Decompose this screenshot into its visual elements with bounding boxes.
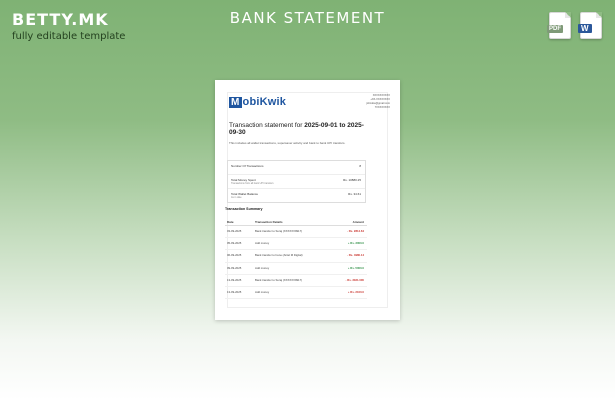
row-amount: - Rs. 2814.64 <box>347 229 364 233</box>
col-date: Date <box>227 220 234 224</box>
tagline: fully editable template <box>12 31 126 42</box>
row-date: 09-09-2025 <box>227 265 242 270</box>
pdf-file-icon[interactable]: PDF <box>547 12 571 39</box>
summary-row: Total Wallet Balance Rs. 34.61 As in dat… <box>228 189 365 202</box>
summary-label: Number Of Transactions <box>231 164 264 168</box>
row-amount: + Rs. 5000.0 <box>347 265 364 270</box>
logo-text: obiKwik <box>242 96 287 108</box>
statement-title: Transaction statement for 2025-09-01 to … <box>229 122 373 136</box>
row-date: 13-09-2025 <box>227 277 242 282</box>
page-fold-icon <box>596 12 602 18</box>
row-details: Bank transfer to Suraj (XXXXXX9917) <box>255 229 303 233</box>
col-details: Transaction Details <box>255 220 283 224</box>
row-amount: + Rs. 3000.0 <box>347 241 364 246</box>
statement-subtitle: This includes all wallet transactions, s… <box>229 141 346 145</box>
summary-value: 8 <box>359 164 361 168</box>
word-label: W <box>578 24 592 33</box>
contact-line: 7XXXXXXXX <box>374 106 390 109</box>
summary-row: Number Of Transactions 8 <box>228 161 365 175</box>
summary-note: As in date <box>231 196 242 199</box>
page-fold-icon <box>565 12 571 18</box>
logo-letter: M <box>229 97 242 108</box>
transactions-table: Date Transaction Details Amount 03-09-20… <box>225 217 367 300</box>
summary-value: Rs. 34.61 <box>348 192 361 196</box>
table-row: 05-09-2025 Add money + Rs. 3000.0 <box>225 238 367 251</box>
summary-note: Transactions from all bank UPI transfers <box>231 182 274 185</box>
summary-box: Number Of Transactions 8 Total Money Spe… <box>227 160 366 203</box>
row-details: Bank transfer to Suraj (XXXXXX9917) <box>255 277 303 282</box>
row-date: 03-09-2025 <box>227 229 242 233</box>
row-amount: - Rs. 4980.14 <box>347 253 364 258</box>
col-amount: Amount <box>352 220 364 224</box>
table-header: Date Transaction Details Amount <box>225 217 367 226</box>
table-row: 13-09-2025 Add money + Rs. 2100.0 <box>225 287 367 300</box>
contact-block: XXXXXXXXXX +XX-XXXXXXXX johndoe@gmail.co… <box>366 94 390 110</box>
row-date: 05-09-2025 <box>227 241 242 246</box>
mobikwik-logo: MobiKwik <box>229 96 286 108</box>
table-row: 06-09-2025 Bank transfer to Irene (Airte… <box>225 250 367 263</box>
row-details: Add money <box>255 241 270 246</box>
title-prefix: Transaction statement for <box>229 122 305 129</box>
row-amount: + Rs. 2100.0 <box>347 289 364 294</box>
summary-value: Rs. 10880.25 <box>343 178 361 182</box>
row-amount: - Rs. 3181.000 <box>345 277 364 282</box>
statement-preview: MobiKwik XXXXXXXXXX +XX-XXXXXXXX johndoe… <box>215 80 400 320</box>
summary-row: Total Money Spent Rs. 10880.25 Transacti… <box>228 175 365 189</box>
table-row: 03-09-2025 Bank transfer to Suraj (XXXXX… <box>225 226 367 239</box>
word-file-icon[interactable]: W <box>578 12 602 39</box>
row-details: Add money <box>255 289 270 294</box>
table-row: 09-09-2025 Add money + Rs. 5000.0 <box>225 263 367 275</box>
row-date: 06-09-2025 <box>227 253 242 258</box>
row-details: Bank transfer to Irene (Airtel M Digital… <box>255 253 303 258</box>
row-details: Add money <box>255 265 270 270</box>
transaction-summary-title: Transaction Summary <box>225 207 263 211</box>
row-date: 13-09-2025 <box>227 289 242 294</box>
page-heading: BANK STATEMENT <box>229 9 386 27</box>
pdf-label: PDF <box>547 25 563 33</box>
table-row: 13-09-2025 Bank transfer to Suraj (XXXXX… <box>225 275 367 287</box>
